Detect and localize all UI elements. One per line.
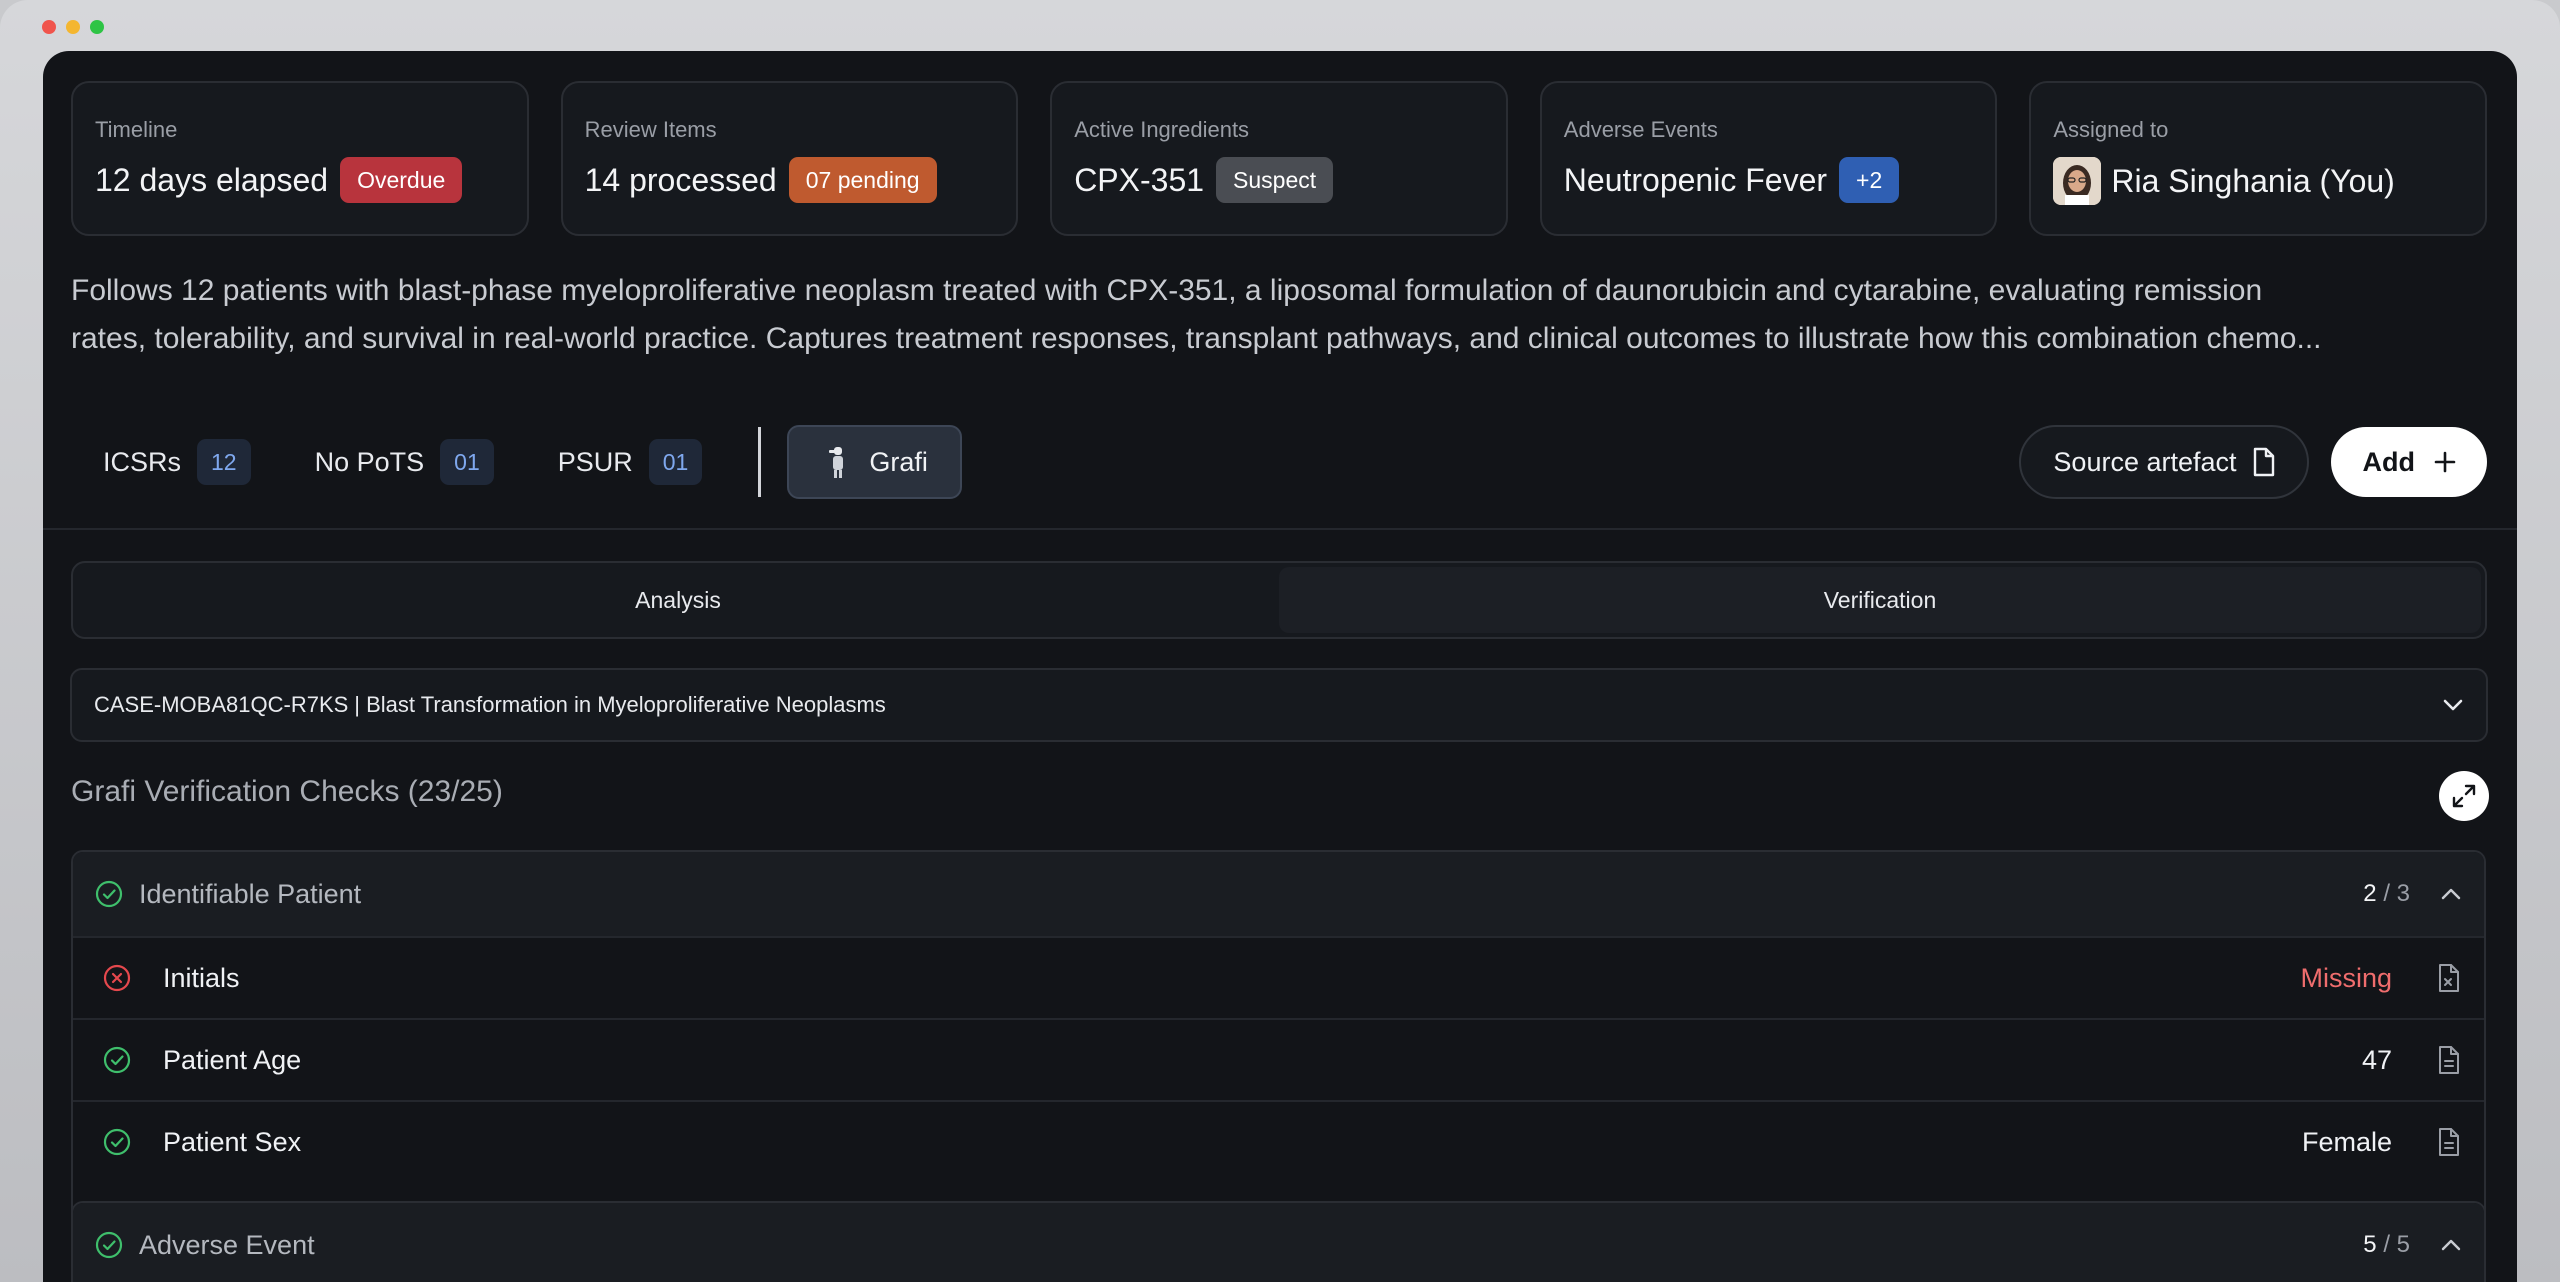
stat-cards: Timeline 12 days elapsed Overdue Review … [71,81,2487,236]
count-badge: 12 [197,439,251,485]
group-header[interactable]: Identifiable Patient 2 / 3 [73,852,2484,936]
file-text-icon[interactable] [2436,1045,2462,1075]
group-name: Adverse Event [139,1229,315,1260]
check-label: Patient Sex [163,1126,302,1157]
psur-filter[interactable]: PSUR 01 [526,439,735,485]
check-row-initials: Initials Missing [73,936,2484,1018]
card-label: Adverse Events [1563,117,1718,142]
more-events-badge[interactable]: +2 [1839,157,1900,203]
card-value: CPX-351 [1074,161,1205,198]
check-label: Initials [163,962,240,993]
pending-badge: 07 pending [788,157,937,203]
check-group-identifiable-patient: Identifiable Patient 2 / 3 Initials Miss… [71,850,2486,1236]
suspect-badge: Suspect [1216,157,1334,203]
group-name: Identifiable Patient [139,878,362,909]
check-group-adverse-event: Adverse Event 5 / 5 [71,1201,2486,1282]
source-artefact-button[interactable]: Source artefact [2019,425,2309,499]
grafi-label: Grafi [869,446,928,477]
chevron-up-icon[interactable] [2440,1238,2462,1252]
card-label: Timeline [95,117,178,142]
chevron-up-icon[interactable] [2440,887,2462,901]
review-items-card: Review Items 14 processed 07 pending [560,81,1019,236]
x-circle-icon [103,964,131,992]
check-row-patient-sex: Patient Sex Female [73,1100,2484,1182]
file-x-icon[interactable] [2436,963,2462,993]
check-value: Female [2301,1126,2392,1157]
app-window: Timeline 12 days elapsed Overdue Review … [43,51,2517,1282]
card-label: Active Ingredients [1074,117,1250,142]
file-text-icon[interactable] [2436,1127,2462,1157]
check-value: Missing [2300,962,2392,993]
avatar [2053,157,2102,205]
icsrs-filter[interactable]: ICSRs 12 [71,439,283,485]
check-circle-icon [103,1128,131,1156]
section-title: Grafi Verification Checks (23/25) [71,775,503,808]
add-label: Add [2362,446,2415,477]
card-label: Assigned to [2053,117,2169,142]
grafi-button[interactable]: Grafi [787,425,962,499]
no-pots-filter[interactable]: No PoTS 01 [283,439,526,485]
case-description: Follows 12 patients with blast-phase mye… [71,267,2489,363]
tab-analysis[interactable]: Analysis [77,567,1279,633]
card-value: 14 processed [584,161,777,198]
check-label: Patient Age [163,1044,302,1075]
overdue-badge: Overdue [340,157,463,203]
tab-verification[interactable]: Verification [1279,567,2481,633]
description-line: Follows 12 patients with blast-phase mye… [71,274,2263,307]
add-button[interactable]: Add [2330,427,2487,497]
description-line: rates, tolerability, and survival in rea… [71,322,2322,355]
group-progress: 5 / 5 [2363,1231,2410,1258]
timeline-card: Timeline 12 days elapsed Overdue [71,81,529,236]
check-circle-icon [103,1046,131,1074]
assigned-to-card: Assigned to Ria Singhania (You) [2029,81,2487,236]
check-circle-icon [95,880,123,908]
card-value: 12 days elapsed [95,161,329,198]
minimize-window-button[interactable] [66,20,80,34]
toolbar: ICSRs 12 No PoTS 01 PSUR 01 Grafi Source… [71,425,2487,499]
chevron-down-icon [2442,698,2464,712]
check-row-patient-age: Patient Age 47 [73,1018,2484,1100]
card-label: Review Items [584,117,717,142]
maximize-window-button[interactable] [90,20,104,34]
view-tabs: Analysis Verification [71,561,2487,639]
card-value: Neutropenic Fever [1563,161,1828,198]
section-divider [43,528,2517,530]
filter-label: ICSRs [103,446,182,477]
adverse-events-card: Adverse Events Neutropenic Fever +2 [1539,81,1998,236]
case-id: CASE-MOBA81QC-R7KS [94,692,349,717]
filter-label: No PoTS [314,446,425,477]
case-selector[interactable]: CASE-MOBA81QC-R7KS | Blast Transformatio… [70,668,2488,742]
toolbar-divider [758,427,762,497]
card-value: Ria Singhania (You) [2111,162,2395,199]
count-badge: 01 [440,439,494,485]
case-title: | Blast Transformation in Myeloprolifera… [354,692,886,717]
filter-label: PSUR [557,446,633,477]
group-header[interactable]: Adverse Event 5 / 5 [73,1203,2484,1282]
check-value: 47 [2361,1044,2392,1075]
expand-button[interactable] [2439,771,2489,821]
check-circle-icon [95,1231,123,1259]
robot-icon [825,445,851,479]
expand-icon [2451,783,2477,809]
file-icon [2251,447,2277,477]
group-progress: 2 / 3 [2363,880,2410,907]
window-controls [42,20,104,34]
count-badge: 01 [648,439,703,485]
plus-icon [2433,450,2457,474]
source-artefact-label: Source artefact [2053,446,2237,477]
close-window-button[interactable] [42,20,56,34]
active-ingredients-card: Active Ingredients CPX-351 Suspect [1050,81,1508,236]
